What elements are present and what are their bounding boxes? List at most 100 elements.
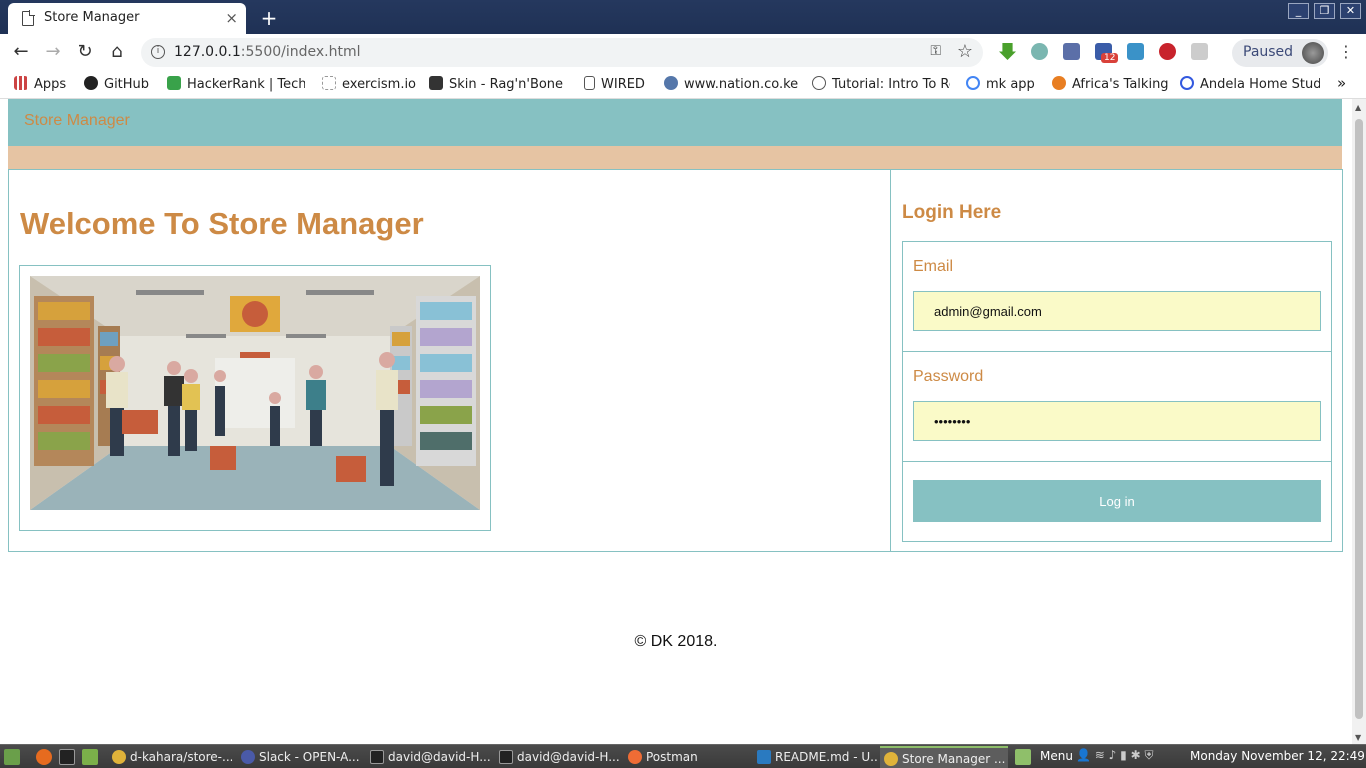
extension-icon[interactable]: [1191, 43, 1208, 60]
web-page: Store Manager Welcome To Store Manager L…: [0, 99, 1352, 744]
bookmark-apps[interactable]: Apps: [14, 76, 66, 92]
login-panel: Login Here Email Password Log in: [890, 169, 1343, 552]
settings-icon[interactable]: ✱: [1131, 748, 1141, 762]
mint-menu-icon[interactable]: [1015, 749, 1031, 765]
download-extension-icon[interactable]: [999, 43, 1016, 60]
hackerrank-icon: [167, 76, 181, 90]
apps-grid-icon: [14, 76, 28, 90]
bookmark-star-icon[interactable]: ☆: [957, 41, 973, 62]
wifi-icon[interactable]: ≋: [1095, 748, 1105, 762]
header-band: [8, 146, 1342, 169]
pinterest-extension-icon[interactable]: [1159, 43, 1176, 60]
login-heading: Login Here: [902, 202, 1002, 223]
tray-icons: 👤 ≋ ♪ ▮ ✱ ⛨: [1076, 748, 1154, 763]
bookmark-exercism[interactable]: exercism.io: [322, 76, 416, 92]
restore-button[interactable]: ❐: [1314, 3, 1335, 19]
chrome-icon: [112, 750, 126, 764]
skin-icon: [429, 76, 443, 90]
minimize-button[interactable]: _: [1288, 3, 1309, 19]
document-icon: [584, 76, 595, 90]
login-button[interactable]: Log in: [913, 480, 1321, 522]
brand-link[interactable]: Store Manager: [24, 112, 130, 130]
supermarket-illustration: [30, 276, 480, 510]
terminal-icon: [499, 750, 513, 764]
bookmark-mk-app[interactable]: mk app: [966, 76, 1035, 92]
taskbar-item-vscode[interactable]: README.md - U...: [753, 746, 877, 768]
shield-icon[interactable]: ⛨: [1145, 748, 1154, 762]
avatar: [1302, 42, 1324, 64]
github-icon: [84, 76, 98, 90]
chrome-icon: [884, 752, 898, 766]
bookmark-github[interactable]: GitHub: [84, 76, 149, 92]
welcome-panel: Welcome To Store Manager: [8, 169, 891, 552]
os-taskbar: d-kahara/store-... Slack - OPEN-A... dav…: [0, 744, 1366, 768]
password-group: Password: [903, 352, 1331, 462]
terminal-icon[interactable]: [59, 749, 75, 765]
browser-tab[interactable]: Store Manager ×: [8, 3, 246, 34]
welcome-heading: Welcome To Store Manager: [20, 206, 424, 241]
back-arrow-icon[interactable]: ←: [9, 41, 33, 65]
vimeo-extension-icon[interactable]: [1127, 43, 1144, 60]
mint-extension-icon[interactable]: [1031, 43, 1048, 60]
scroll-up-icon[interactable]: ▲: [1355, 103, 1361, 112]
bookmark-hackerrank[interactable]: HackerRank | Techn: [167, 76, 305, 92]
password-field[interactable]: [913, 401, 1321, 441]
taskbar-item-chrome-github[interactable]: d-kahara/store-...: [108, 746, 232, 768]
email-label: Email: [913, 258, 954, 275]
close-window-button[interactable]: ✕: [1340, 3, 1361, 19]
terminal-icon: [370, 750, 384, 764]
files-icon[interactable]: [82, 749, 98, 765]
bookmark-tutorial[interactable]: Tutorial: Intro To Re: [812, 76, 950, 92]
footer-copyright: © DK 2018.: [634, 633, 718, 650]
slack-icon: [241, 750, 255, 764]
menu-label[interactable]: Menu: [1040, 749, 1073, 763]
taskbar-item-terminal-2[interactable]: david@david-H...: [495, 746, 619, 768]
menu-kebab-icon[interactable]: ⋮: [1338, 42, 1354, 61]
page-document-icon: [22, 10, 35, 26]
email-field[interactable]: [913, 291, 1321, 331]
bookmark-skin[interactable]: Skin - Rag'n'Bone M: [429, 76, 567, 92]
extension-badge: 12: [1101, 53, 1119, 63]
firefox-icon[interactable]: [36, 749, 52, 765]
scroll-down-icon[interactable]: ▼: [1355, 733, 1361, 742]
user-icon[interactable]: 👤: [1076, 748, 1091, 762]
calendar-extension-icon[interactable]: [1063, 43, 1080, 60]
bookmark-nation[interactable]: www.nation.co.ke: [664, 76, 798, 92]
bookmark-andela[interactable]: Andela Home Stud: [1180, 76, 1320, 92]
url-text[interactable]: 127.0.0.1:5500/index.html: [174, 44, 361, 60]
globe-icon: [664, 76, 678, 90]
email-group: Email: [903, 242, 1331, 352]
address-bar[interactable]: i 127.0.0.1:5500/index.html ⚿ ☆: [141, 38, 983, 67]
reload-icon[interactable]: ↻: [73, 41, 97, 65]
battery-icon[interactable]: ▮: [1120, 748, 1127, 762]
forward-arrow-icon[interactable]: →: [41, 41, 65, 65]
key-icon[interactable]: ⚿: [930, 43, 941, 59]
browser-tab-strip: Store Manager × + _ ❐ ✕: [0, 0, 1366, 34]
page-scrollbar[interactable]: ▲ ▼: [1352, 99, 1366, 744]
new-tab-button[interactable]: +: [258, 6, 280, 30]
taskbar-item-terminal-1[interactable]: david@david-H...: [366, 746, 490, 768]
show-desktop-icon[interactable]: [4, 749, 20, 765]
volume-icon[interactable]: ♪: [1109, 748, 1117, 762]
taskbar-item-store-manager[interactable]: Store Manager ...: [880, 746, 1008, 768]
info-icon[interactable]: i: [151, 45, 165, 59]
bookmark-africas-talking[interactable]: Africa's Talking: [1052, 76, 1169, 92]
react-icon: [812, 76, 826, 90]
taskbar-item-slack[interactable]: Slack - OPEN-A...: [237, 746, 361, 768]
site-header: Store Manager: [8, 99, 1342, 146]
login-form: Email Password Log in: [902, 241, 1332, 542]
exercism-icon: [322, 76, 336, 90]
postman-icon: [628, 750, 642, 764]
vscode-icon: [757, 750, 771, 764]
tab-title: Store Manager: [44, 10, 140, 25]
taskbar-item-postman[interactable]: Postman: [624, 746, 748, 768]
google-icon: [966, 76, 980, 90]
bookmark-wired[interactable]: WIRED: [584, 76, 645, 92]
bookmarks-overflow-icon[interactable]: »: [1337, 74, 1346, 92]
profile-paused-button[interactable]: Paused: [1232, 39, 1328, 67]
scrollbar-thumb[interactable]: [1355, 119, 1363, 719]
clock: Monday November 12, 22:49: [1190, 749, 1365, 763]
close-tab-icon[interactable]: ×: [225, 9, 238, 27]
home-icon[interactable]: ⌂: [105, 41, 129, 65]
password-label: Password: [913, 368, 984, 385]
